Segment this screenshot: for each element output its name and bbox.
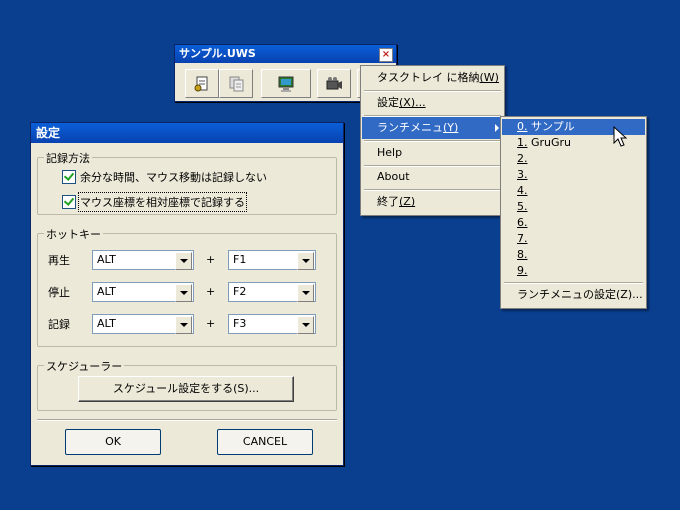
chevron-down-icon[interactable]	[175, 284, 192, 302]
context-menu: タスクトレイ に格納(W) 設定(X)... ランチメニュ(Y) Help Ab…	[360, 65, 505, 216]
chevron-down-icon[interactable]	[175, 252, 192, 270]
launch-item-num: 5.	[517, 200, 528, 213]
mouse-cursor-icon	[613, 126, 627, 147]
menu-item-accel: (Z)	[399, 195, 416, 208]
record-label: 記録	[48, 318, 70, 331]
dialog-separator	[37, 419, 337, 421]
play-modifier-select[interactable]: ALT	[92, 250, 194, 270]
relative-coords-checkbox[interactable]	[62, 195, 76, 209]
copy-doc-icon	[229, 76, 244, 91]
menu-item-label: ランチメニュ	[377, 121, 443, 134]
launch-item-9[interactable]: 9.	[502, 263, 645, 279]
hotkey-group: ホットキー 再生 ALT + F1 停止 ALT + F2 記録 ALT + F…	[37, 226, 337, 347]
play-key-select[interactable]: F1	[228, 250, 316, 270]
toolbar-window-title: サンプル.UWS	[175, 45, 396, 63]
record-doc-icon	[194, 76, 208, 91]
launch-item-5[interactable]: 5.	[502, 199, 645, 215]
launch-item-num: 0.	[517, 120, 528, 133]
recording-group: 記録方法 余分な時間、マウス移動は記録しない マウス座標を相対座標で記録する	[37, 150, 337, 215]
skip-idle-checkbox[interactable]	[62, 170, 76, 184]
monitor-icon	[278, 76, 294, 92]
play-label: 再生	[48, 254, 70, 267]
launch-item-8[interactable]: 8.	[502, 247, 645, 263]
menu-item-launch-menu[interactable]: ランチメニュ(Y)	[362, 117, 503, 139]
launch-item-label: GruGru	[527, 136, 572, 149]
menu-separator	[504, 282, 643, 284]
camera-button[interactable]	[317, 69, 351, 98]
plus-sign: +	[206, 285, 216, 298]
launch-item-4[interactable]: 4.	[502, 183, 645, 199]
settings-dialog: 設定 記録方法 余分な時間、マウス移動は記録しない マウス座標を相対座標で記録す…	[30, 122, 344, 466]
record-modifier-select[interactable]: ALT	[92, 314, 194, 334]
select-value: ALT	[97, 253, 116, 266]
camera-icon	[326, 76, 342, 89]
cancel-button[interactable]: CANCEL	[217, 429, 313, 455]
record-key-select[interactable]: F3	[228, 314, 316, 334]
select-value: F2	[233, 285, 247, 298]
launch-settings-item[interactable]: ランチメニュの設定(Z)...	[502, 287, 645, 303]
close-button[interactable]: ×	[379, 48, 393, 62]
menu-item-accel: (X)...	[399, 96, 426, 109]
menu-item-exit[interactable]: 終了(Z)	[362, 191, 503, 213]
launch-item-num: 4.	[517, 184, 528, 197]
launch-item-6[interactable]: 6.	[502, 215, 645, 231]
menu-item-tasktray[interactable]: タスクトレイ に格納(W)	[362, 67, 503, 89]
menu-item-settings[interactable]: 設定(X)...	[362, 92, 503, 114]
menu-item-help[interactable]: Help	[362, 142, 503, 164]
select-value: ALT	[97, 285, 116, 298]
stop-label: 停止	[48, 286, 70, 299]
record-button[interactable]	[185, 69, 219, 98]
stop-key-select[interactable]: F2	[228, 282, 316, 302]
launch-item-num: 6.	[517, 216, 528, 229]
menu-item-about[interactable]: About	[362, 166, 503, 188]
submenu-arrow-icon	[495, 124, 499, 132]
launch-item-num: 7.	[517, 232, 528, 245]
recording-group-label: 記録方法	[44, 150, 92, 166]
launch-item-label: サンプル	[527, 120, 575, 133]
launch-item-num: 8.	[517, 248, 528, 261]
relative-coords-label: マウス座標を相対座標で記録する	[78, 192, 247, 212]
ok-button[interactable]: OK	[65, 429, 161, 455]
launch-item-num: 1.	[517, 136, 528, 149]
plus-sign: +	[206, 253, 216, 266]
chevron-down-icon[interactable]	[297, 284, 314, 302]
launch-item-2[interactable]: 2.	[502, 151, 645, 167]
chevron-down-icon[interactable]	[175, 316, 192, 334]
hotkey-group-label: ホットキー	[44, 226, 103, 242]
launch-item-7[interactable]: 7.	[502, 231, 645, 247]
menu-item-accel: (Y)	[443, 121, 459, 134]
select-value: ALT	[97, 317, 116, 330]
select-value: F1	[233, 253, 247, 266]
scheduler-group-label: スケジューラー	[44, 358, 125, 374]
launch-item-num: 3.	[517, 168, 528, 181]
scheduler-group: スケジューラー スケジュール設定をする(S)...	[37, 358, 337, 411]
schedule-settings-button[interactable]: スケジュール設定をする(S)...	[78, 376, 294, 402]
launch-settings-label: ランチメニュの設定(Z)...	[517, 288, 643, 301]
skip-idle-label: 余分な時間、マウス移動は記録しない	[80, 171, 267, 184]
monitor-button[interactable]	[261, 69, 311, 98]
menu-item-label: タスクトレイ に格納	[377, 71, 480, 84]
select-value: F3	[233, 317, 247, 330]
launch-item-num: 2.	[517, 152, 528, 165]
menu-item-accel: (W)	[479, 71, 499, 84]
menu-item-label: About	[377, 170, 410, 183]
menu-item-label: Help	[377, 146, 403, 159]
settings-dialog-title: 設定	[31, 123, 343, 143]
chevron-down-icon[interactable]	[297, 252, 314, 270]
copy-button[interactable]	[219, 69, 253, 98]
launch-item-3[interactable]: 3.	[502, 167, 645, 183]
menu-item-label: 終了	[377, 195, 399, 208]
launch-item-num: 9.	[517, 264, 528, 277]
plus-sign: +	[206, 317, 216, 330]
stop-modifier-select[interactable]: ALT	[92, 282, 194, 302]
menu-item-label: 設定	[377, 96, 399, 109]
chevron-down-icon[interactable]	[297, 316, 314, 334]
